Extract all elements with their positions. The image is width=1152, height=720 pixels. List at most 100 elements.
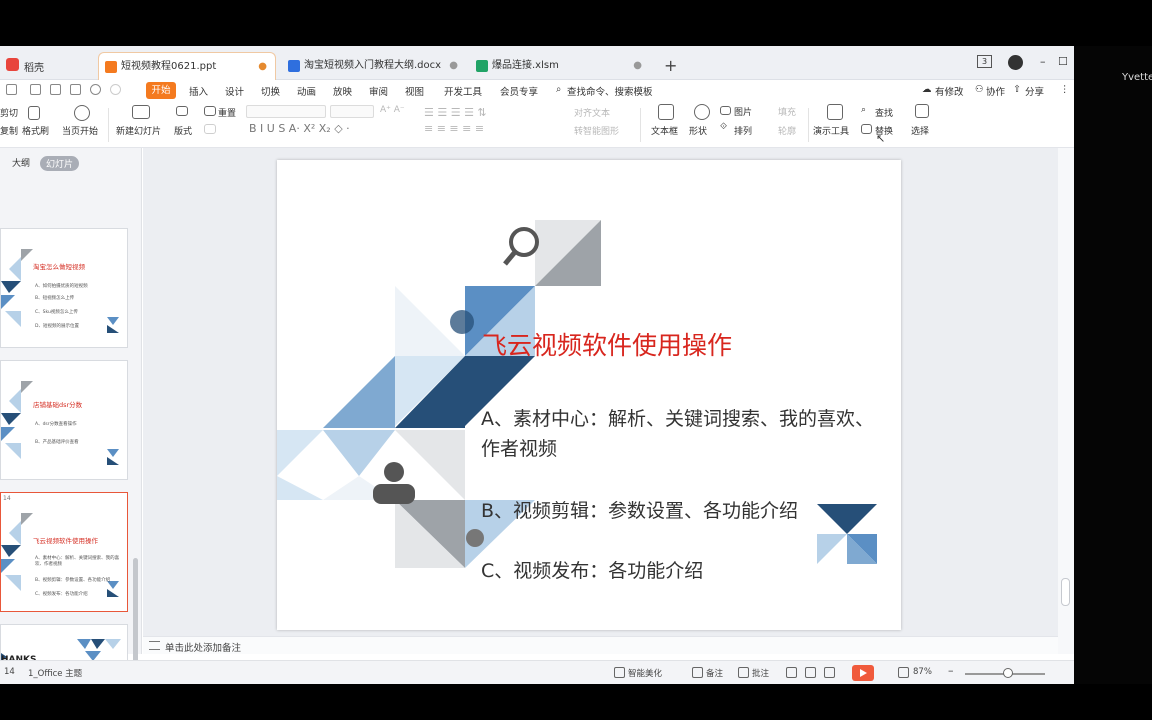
sorter-view-icon[interactable] — [805, 667, 816, 678]
normal-view-icon[interactable] — [786, 667, 797, 678]
paragraph-list-icons[interactable]: ☰ ☰ ☰ ☰ ⇅ — [424, 106, 487, 119]
text-align-button[interactable]: 对齐文本 — [574, 106, 610, 119]
play-slideshow-button[interactable] — [852, 665, 874, 681]
user-avatar[interactable] — [1008, 55, 1023, 70]
notes-pane[interactable]: 单击此处添加备注 — [143, 636, 1058, 654]
new-tab-plus-icon[interactable]: + — [664, 56, 677, 75]
font-size-buttons[interactable]: A⁺ A⁻ — [380, 105, 405, 115]
smart-shape-button[interactable]: 转智能图形 — [574, 124, 619, 137]
layout-icon[interactable] — [176, 106, 188, 116]
slide-thumbnail-selected[interactable]: 14 飞云视频软件使用操作 A、素材中心：解析、关键词搜索、我的喜欢、作者视频 … — [0, 492, 128, 612]
present-tools-button[interactable]: 演示工具 — [813, 124, 849, 137]
more-icon[interactable]: ⋮ — [1060, 84, 1070, 95]
command-search[interactable]: 查找命令、搜索模板 — [567, 84, 653, 98]
select-button[interactable]: 选择 — [911, 124, 929, 137]
tab-slides[interactable]: 幻灯片 — [40, 156, 80, 171]
zoom-level[interactable]: 87% — [913, 667, 932, 677]
play-from-current-icon[interactable] — [74, 105, 90, 121]
tab-close-icon[interactable]: ● — [449, 52, 458, 80]
cut-button[interactable]: 剪切 — [0, 106, 18, 119]
picture-button[interactable]: 图片 — [734, 105, 752, 118]
zoom-slider-handle[interactable] — [1003, 668, 1013, 678]
text-box-button[interactable]: 文本框 — [651, 124, 678, 137]
section-icon[interactable] — [204, 124, 216, 134]
slide-thumbnail[interactable]: HANKS — [0, 624, 128, 664]
new-slide-button[interactable]: 新建幻灯片 — [116, 124, 161, 137]
doc-tab-ppt[interactable]: 短视频教程0621.ppt ● — [98, 52, 276, 80]
reset-button[interactable]: 重置 — [218, 106, 236, 119]
menu-animation[interactable]: 动画 — [297, 84, 316, 98]
notes-toggle-button[interactable]: 备注 — [706, 667, 723, 679]
outline-button[interactable]: 轮廓 — [778, 124, 796, 137]
window-count-badge[interactable]: 3 — [977, 55, 992, 68]
share-button[interactable]: 分享 — [1025, 84, 1044, 98]
menu-review[interactable]: 审阅 — [369, 84, 388, 98]
font-size-select[interactable] — [330, 105, 374, 118]
alignment-icons[interactable]: ≡ ≡ ≡ ≡ ≡ — [424, 122, 484, 135]
find-icon[interactable]: ⌕ — [861, 105, 866, 115]
zoom-out-icon[interactable]: – — [948, 664, 954, 677]
present-tools-icon[interactable] — [827, 104, 843, 120]
undo-icon[interactable] — [90, 84, 101, 95]
menu-transition[interactable]: 切换 — [261, 84, 280, 98]
menu-member[interactable]: 会员专享 — [500, 84, 538, 98]
thumbnail-scrollbar[interactable] — [133, 558, 138, 668]
maximize-icon[interactable]: ☐ — [1058, 55, 1068, 68]
notes-placeholder[interactable]: 单击此处添加备注 — [165, 640, 241, 654]
slide-thumbnail[interactable]: 淘宝怎么做短视频 A、如何拍摄优质的短视频 B、短视频怎么上传 C、Sku视频怎… — [0, 228, 128, 348]
reset-icon[interactable] — [204, 106, 216, 116]
shape-button[interactable]: 形状 — [689, 124, 707, 137]
print-icon[interactable] — [50, 84, 61, 95]
replace-icon[interactable] — [861, 124, 872, 134]
new-slide-icon[interactable] — [132, 105, 150, 119]
current-slide[interactable]: 飞云视频软件使用操作 A、素材中心：解析、关键词搜索、我的喜欢、作者视频 B、视… — [277, 160, 901, 630]
app-name[interactable]: 稻壳 — [24, 59, 44, 74]
reading-view-icon[interactable] — [824, 667, 835, 678]
fill-button[interactable]: 填充 — [778, 105, 796, 118]
search-icon[interactable]: ⌕ — [556, 84, 561, 95]
canvas-scrollbar[interactable] — [1058, 148, 1074, 654]
slide-thumbnail[interactable]: 店铺基础dsr分数 A、dsr分数查看操作 B、产品基础评价查看 — [0, 360, 128, 480]
select-icon[interactable] — [915, 104, 929, 118]
arrange-button[interactable]: 排列 — [734, 124, 752, 137]
tab-close-icon[interactable]: ● — [258, 53, 267, 81]
hamburger-icon[interactable] — [6, 84, 17, 95]
minimize-icon[interactable]: – — [1040, 55, 1046, 68]
preview-icon[interactable] — [70, 84, 81, 95]
theme-name[interactable]: 1_Office 主题 — [28, 667, 82, 679]
font-name-select[interactable] — [246, 105, 326, 118]
find-button[interactable]: 查找 — [875, 106, 893, 119]
layout-button[interactable]: 版式 — [174, 124, 192, 137]
modified-status[interactable]: 有修改 — [935, 84, 964, 98]
copy-button[interactable]: 复制 — [0, 124, 18, 137]
slide-bullet[interactable]: C、视频发布：各功能介绍 — [481, 556, 891, 586]
text-box-icon[interactable] — [658, 104, 674, 120]
menu-developer[interactable]: 开发工具 — [444, 84, 482, 98]
collab-button[interactable]: 协作 — [986, 84, 1005, 98]
smart-beautify-button[interactable]: 智能美化 — [628, 667, 662, 679]
doc-tab-docx[interactable]: 淘宝短视频入门教程大纲.docx ● — [282, 52, 466, 80]
font-style-buttons[interactable]: B I U S A· X² X₂ ◇ · — [249, 122, 350, 135]
menu-start[interactable]: 开始 — [146, 82, 176, 99]
format-painter-icon[interactable] — [28, 106, 40, 120]
menu-view[interactable]: 视图 — [405, 84, 424, 98]
menu-insert[interactable]: 插入 — [189, 84, 208, 98]
tab-outline[interactable]: 大纲 — [12, 156, 30, 169]
doc-tab-xlsm[interactable]: 爆品连接.xlsm ● — [470, 52, 650, 80]
redo-icon[interactable] — [110, 84, 121, 95]
from-current-button[interactable]: 当页开始 — [62, 124, 98, 137]
scrollbar-thumb[interactable] — [1061, 578, 1070, 606]
arrange-icon[interactable]: ⟐ — [720, 122, 727, 132]
fit-window-icon[interactable] — [898, 667, 909, 678]
slide-bullet[interactable]: B、视频剪辑：参数设置、各功能介绍 — [481, 496, 891, 526]
save-icon[interactable] — [30, 84, 41, 95]
comment-button[interactable]: 批注 — [752, 667, 769, 679]
slide-title[interactable]: 飞云视频软件使用操作 — [482, 326, 732, 362]
slide-bullet[interactable]: A、素材中心：解析、关键词搜索、我的喜欢、作者视频 — [481, 404, 891, 464]
format-painter-button[interactable]: 格式刷 — [22, 124, 49, 137]
menu-design[interactable]: 设计 — [225, 84, 244, 98]
tab-close-icon[interactable]: ● — [633, 52, 642, 80]
menu-slideshow[interactable]: 放映 — [333, 84, 352, 98]
shape-icon[interactable] — [694, 104, 710, 120]
picture-icon[interactable] — [720, 106, 731, 115]
